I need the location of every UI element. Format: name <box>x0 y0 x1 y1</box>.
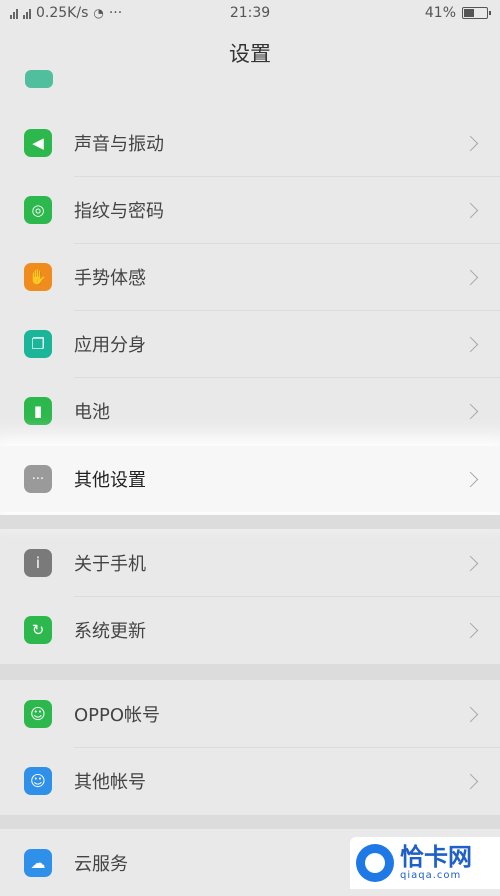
settings-item-label: 手势体感 <box>74 268 146 289</box>
section-separator <box>0 815 500 829</box>
fingerprint-icon: ◎ <box>24 196 52 224</box>
partial-row-icon <box>25 70 53 88</box>
settings-item-label: 系统更新 <box>74 621 146 642</box>
account-icon: ☺ <box>24 700 52 728</box>
settings-item-label: 其他帐号 <box>74 772 146 793</box>
chevron-right-icon <box>462 202 479 218</box>
settings-item-label: 云服务 <box>74 854 128 875</box>
settings-item-label: 应用分身 <box>74 335 146 356</box>
speaker-icon: ◀ <box>24 129 52 157</box>
settings-item-label: 电池 <box>74 402 110 423</box>
chevron-right-icon <box>462 555 479 571</box>
settings-item-app-clone[interactable]: ❐ 应用分身 <box>0 311 500 377</box>
settings-item-oppo-account[interactable]: ☺ OPPO帐号 <box>0 681 500 747</box>
chevron-right-icon <box>462 336 479 352</box>
chevron-right-icon <box>462 135 479 151</box>
settings-item-label: 关于手机 <box>74 554 146 575</box>
settings-item-system-update[interactable]: ↻ 系统更新 <box>0 597 500 663</box>
section-separator <box>0 515 500 529</box>
info-icon: i <box>24 549 52 577</box>
chevron-right-icon <box>462 773 479 789</box>
settings-item-label: 其他设置 <box>74 470 146 491</box>
user-icon: ☺ <box>24 767 52 795</box>
more-icon: ··· <box>24 465 52 493</box>
watermark: 恰卡网 qiaqa.com <box>350 837 500 889</box>
battery-percent: 41% <box>424 5 456 21</box>
watermark-main: 恰卡网 <box>400 843 472 871</box>
settings-item-label: 声音与振动 <box>74 134 164 155</box>
battery-status-icon <box>462 7 491 19</box>
settings-item-other-accounts[interactable]: ☺ 其他帐号 <box>0 748 500 814</box>
chevron-right-icon <box>462 622 479 638</box>
chevron-right-icon <box>462 706 479 722</box>
settings-item-label: 指纹与密码 <box>74 201 164 222</box>
gesture-icon: ✋ <box>24 263 52 291</box>
battery-icon: ▮ <box>24 397 52 425</box>
settings-item-about-phone[interactable]: i 关于手机 <box>0 530 500 596</box>
settings-item-label: OPPO帐号 <box>74 705 161 726</box>
chevron-right-icon <box>462 269 479 285</box>
settings-item-sound[interactable]: ◀ 声音与振动 <box>0 110 500 176</box>
settings-item-battery[interactable]: ▮ 电池 <box>0 378 500 444</box>
cloud-icon: ☁ <box>24 849 52 877</box>
settings-item-other-settings[interactable]: ··· 其他设置 <box>0 446 500 512</box>
clone-icon: ❐ <box>24 330 52 358</box>
watermark-text: 恰卡网 qiaqa.com <box>400 844 472 882</box>
update-icon: ↻ <box>24 616 52 644</box>
watermark-sub: qiaqa.com <box>400 870 462 881</box>
watermark-logo-icon <box>356 844 394 882</box>
section-separator <box>0 664 500 680</box>
status-bar: 0.25K/s ◔ ··· 21:39 41% <box>0 0 500 28</box>
settings-item-fingerprint[interactable]: ◎ 指纹与密码 <box>0 177 500 243</box>
chevron-right-icon <box>462 471 479 487</box>
status-right: 41% <box>424 5 491 21</box>
page-title: 设置 <box>229 42 271 66</box>
settings-item-gestures[interactable]: ✋ 手势体感 <box>0 244 500 310</box>
chevron-right-icon <box>462 403 479 419</box>
